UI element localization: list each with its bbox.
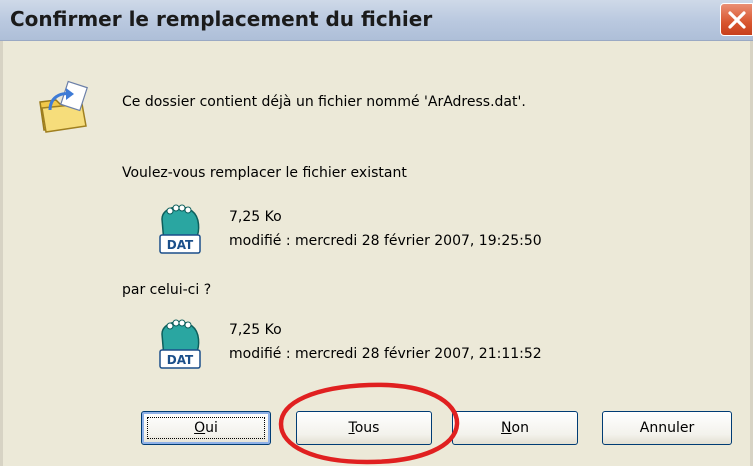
dat-file-icon: DAT [159,319,201,369]
non-mnemonic: N [501,420,512,436]
existing-file-modified: modifié : mercredi 28 février 2007, 19:2… [229,233,542,249]
title-bar[interactable]: Confirmer le remplacement du fichier [0,0,753,41]
svg-text:DAT: DAT [167,238,194,252]
message-line-2: Voulez-vous remplacer le fichier existan… [122,165,407,181]
existing-file-size: 7,25 Ko [229,209,282,225]
window-title: Confirmer le remplacement du fichier [10,7,433,31]
close-x-icon [728,11,746,29]
non-label: on [511,420,529,436]
folder-replace-icon [39,80,88,133]
close-button[interactable] [720,3,753,36]
annotation-ellipse [278,382,460,465]
non-button[interactable]: Non [452,411,578,445]
new-file-modified: modifié : mercredi 28 février 2007, 21:1… [229,346,542,362]
replace-with-label: par celui-ci ? [122,282,212,298]
dat-file-icon: DAT [159,204,201,254]
message-line-1: Ce dossier contient déjà un fichier nomm… [122,94,526,110]
oui-button[interactable]: Oui [141,411,271,445]
annuler-button[interactable]: Annuler [602,411,732,445]
svg-text:DAT: DAT [167,353,194,367]
new-file-size: 7,25 Ko [229,322,282,338]
focus-rectangle [147,417,265,439]
window-frame-left [0,41,3,466]
